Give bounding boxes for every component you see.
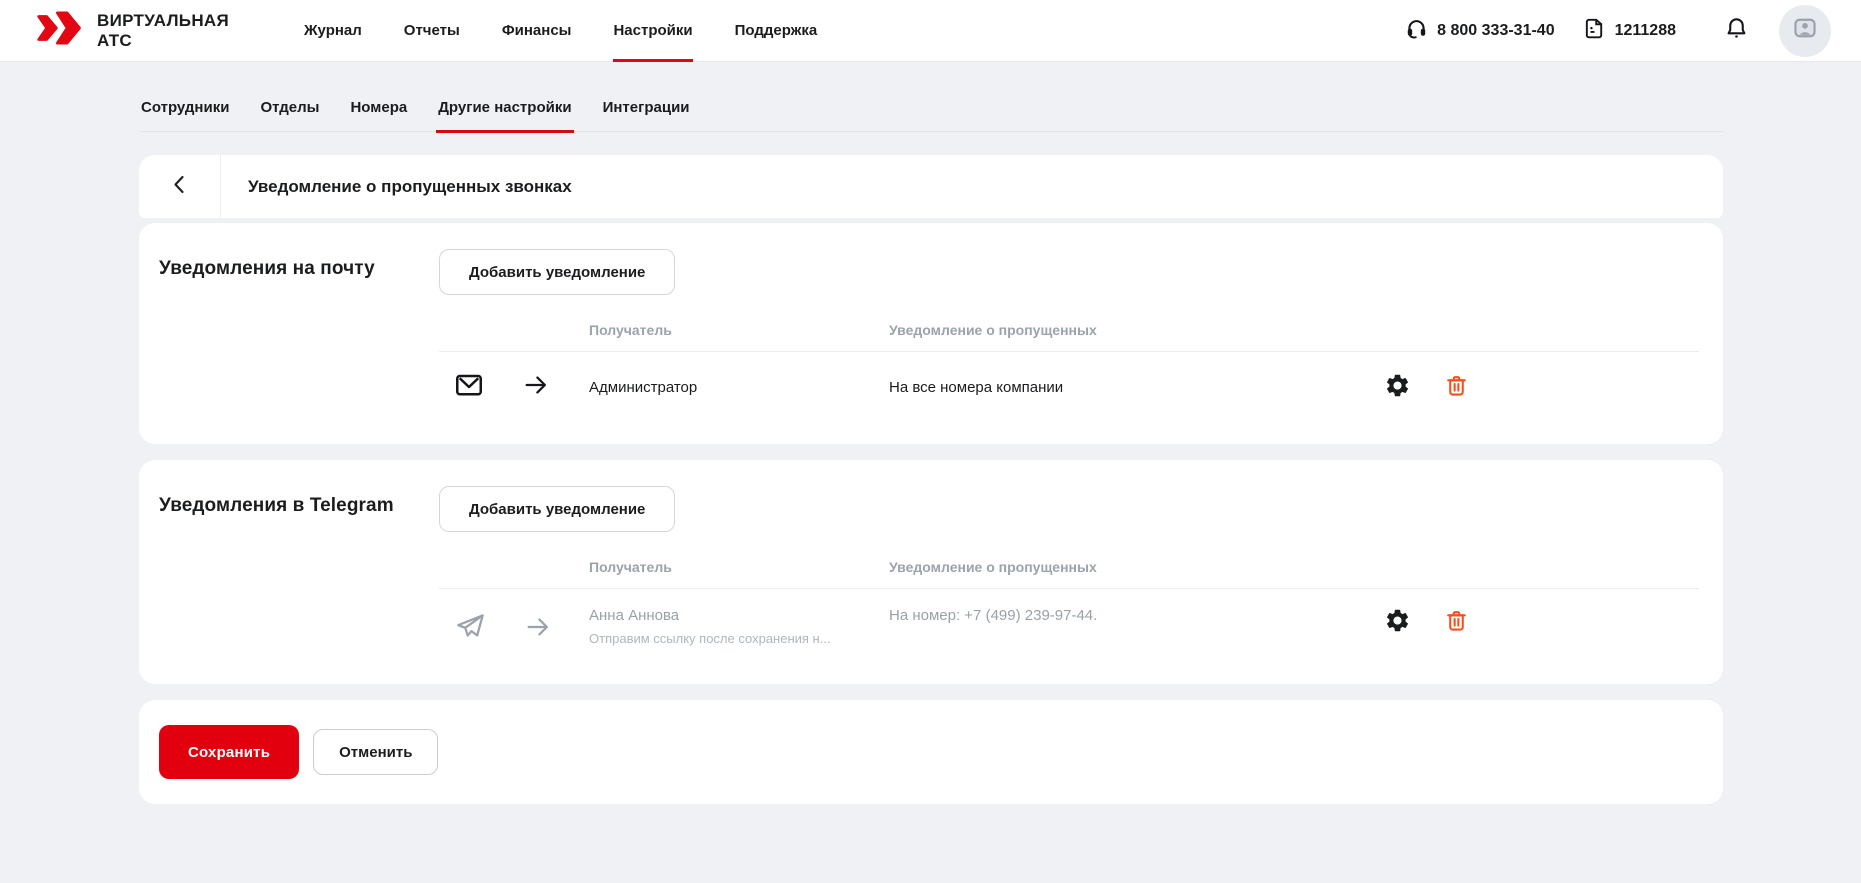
telegram-icon (454, 611, 486, 648)
main-nav: Журнал Отчеты Финансы Настройки Поддержк… (283, 0, 838, 62)
notifications-button[interactable] (1724, 16, 1749, 46)
tab-numbers[interactable]: Номера (348, 99, 409, 131)
email-notifications-card: Уведомления на почту Добавить уведомлени… (139, 223, 1723, 444)
account[interactable]: 1211288 (1583, 17, 1676, 45)
save-button[interactable]: Сохранить (159, 725, 299, 779)
nav-item-finance[interactable]: Финансы (481, 0, 593, 62)
document-icon (1583, 17, 1606, 45)
recipient-name: Анна Аннова (589, 607, 889, 624)
profile-avatar[interactable] (1779, 5, 1831, 57)
app-header: ВИРТУАЛЬНАЯАТС Журнал Отчеты Финансы Нас… (0, 0, 1861, 62)
settings-tabs: Сотрудники Отделы Номера Другие настройк… (139, 99, 1723, 132)
add-telegram-notification-button[interactable]: Добавить уведомление (439, 486, 675, 532)
tab-employees[interactable]: Сотрудники (139, 99, 231, 131)
telegram-notifications-card: Уведомления в Telegram Добавить уведомле… (139, 460, 1723, 684)
tab-other-settings[interactable]: Другие настройки (436, 99, 573, 131)
trash-icon (1444, 373, 1469, 401)
delete-notification-button[interactable] (1444, 608, 1469, 636)
arrow-right-icon (522, 371, 550, 404)
nav-item-journal[interactable]: Журнал (283, 0, 383, 62)
form-actions-card: Сохранить Отменить (139, 700, 1723, 804)
recipient-name: Администратор (589, 379, 889, 396)
chevron-left-icon (168, 172, 192, 201)
tab-departments[interactable]: Отделы (258, 99, 321, 131)
email-section-title: Уведомления на почту (159, 249, 439, 408)
page-title-card: Уведомление о пропущенных звонках (139, 155, 1723, 218)
cancel-button[interactable]: Отменить (313, 729, 438, 775)
header-right: 8 800 333-31-40 1211288 (1405, 5, 1831, 57)
logo[interactable]: ВИРТУАЛЬНАЯАТС (36, 7, 229, 54)
nav-item-settings[interactable]: Настройки (592, 0, 713, 62)
logo-text: ВИРТУАЛЬНАЯАТС (97, 11, 229, 49)
email-notifications-table: Получатель Уведомление о пропущенных (439, 322, 1699, 408)
edit-settings-button[interactable] (1384, 607, 1411, 637)
headset-icon (1405, 17, 1428, 45)
nav-item-support[interactable]: Поддержка (714, 0, 839, 62)
notification-scope: На все номера компании (889, 379, 1339, 396)
telegram-notifications-table: Получатель Уведомление о пропущенных (439, 559, 1699, 648)
delete-notification-button[interactable] (1444, 373, 1469, 401)
edit-settings-button[interactable] (1384, 372, 1411, 402)
gear-icon (1384, 607, 1411, 637)
column-header-recipient: Получатель (589, 559, 889, 575)
telegram-section-title: Уведомления в Telegram (159, 486, 439, 648)
recipient-subtitle: Отправим ссылку после сохранения н... (589, 631, 879, 646)
account-number: 1211288 (1615, 22, 1676, 40)
arrow-right-icon (524, 613, 552, 646)
trash-icon (1444, 608, 1469, 636)
table-row: Анна Аннова Отправим ссылку после сохран… (439, 589, 1699, 648)
support-phone[interactable]: 8 800 333-31-40 (1405, 17, 1554, 45)
column-header-notification: Уведомление о пропущенных (889, 559, 1339, 575)
mail-icon (454, 370, 484, 405)
content-container: Сотрудники Отделы Номера Другие настройк… (139, 99, 1723, 804)
column-header-notification: Уведомление о пропущенных (889, 322, 1339, 338)
avatar-icon (1792, 15, 1818, 46)
tab-integrations[interactable]: Интеграции (601, 99, 692, 131)
nav-item-reports[interactable]: Отчеты (383, 0, 481, 62)
column-header-recipient: Получатель (589, 322, 889, 338)
page-title: Уведомление о пропущенных звонках (221, 155, 572, 218)
back-button[interactable] (139, 155, 221, 218)
notification-scope: На номер: +7 (499) 239-97-44. (889, 607, 1339, 624)
support-phone-number: 8 800 333-31-40 (1437, 22, 1554, 40)
recipient-cell: Анна Аннова Отправим ссылку после сохран… (589, 607, 889, 646)
table-row: Администратор На все номера компании (439, 352, 1699, 408)
brand-chevrons-icon (36, 7, 84, 54)
gear-icon (1384, 372, 1411, 402)
add-email-notification-button[interactable]: Добавить уведомление (439, 249, 675, 295)
bell-icon (1724, 16, 1749, 46)
